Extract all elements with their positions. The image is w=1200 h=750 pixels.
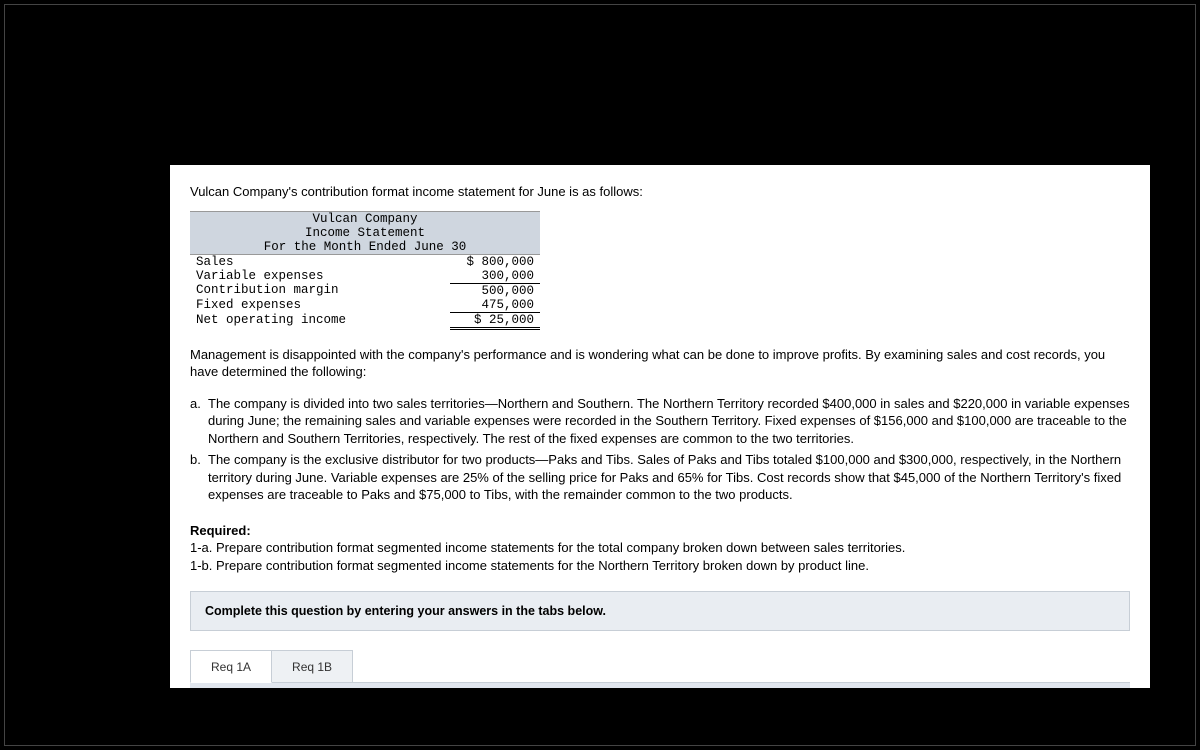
question-card: Vulcan Company's contribution format inc… <box>170 165 1150 720</box>
row-value: 300,000 <box>450 269 540 284</box>
list-item: a. The company is divided into two sales… <box>190 395 1130 448</box>
outer-frame: Vulcan Company's contribution format inc… <box>4 4 1196 746</box>
findings-list: a. The company is divided into two sales… <box>190 395 1130 504</box>
table-row: Fixed expenses 475,000 <box>190 298 540 313</box>
tabs-row: Req 1A Req 1B <box>190 649 1130 683</box>
item-a-label: a. <box>190 395 208 448</box>
tab-req-1a[interactable]: Req 1A <box>190 650 272 683</box>
row-value: 500,000 <box>450 283 540 298</box>
row-label: Contribution margin <box>190 283 450 298</box>
row-value: $ 25,000 <box>450 312 540 328</box>
required-1a: 1-a. Prepare contribution format segment… <box>190 539 1130 557</box>
stmt-period: For the Month Ended June 30 <box>190 240 540 255</box>
tab-req-1b[interactable]: Req 1B <box>271 650 353 683</box>
table-row: Contribution margin 500,000 <box>190 283 540 298</box>
intro-text: Vulcan Company's contribution format inc… <box>190 183 1130 201</box>
row-label: Variable expenses <box>190 269 450 284</box>
income-statement-table: Vulcan Company Income Statement For the … <box>190 211 540 330</box>
row-value: 475,000 <box>450 298 540 313</box>
table-row: Variable expenses 300,000 <box>190 269 540 284</box>
instruction-bar: Complete this question by entering your … <box>190 591 1130 631</box>
table-row: Sales $ 800,000 <box>190 254 540 269</box>
list-item: b. The company is the exclusive distribu… <box>190 451 1130 504</box>
row-value: $ 800,000 <box>450 254 540 269</box>
required-lines: 1-a. Prepare contribution format segment… <box>190 539 1130 574</box>
item-b-label: b. <box>190 451 208 504</box>
required-1b: 1-b. Prepare contribution format segment… <box>190 557 1130 575</box>
required-heading: Required: <box>190 522 1130 540</box>
item-b-text: The company is the exclusive distributor… <box>208 451 1130 504</box>
stmt-company: Vulcan Company <box>190 211 540 226</box>
row-label: Net operating income <box>190 312 450 328</box>
row-label: Sales <box>190 254 450 269</box>
stmt-title: Income Statement <box>190 226 540 240</box>
item-a-text: The company is divided into two sales te… <box>208 395 1130 448</box>
management-paragraph: Management is disappointed with the comp… <box>190 346 1130 381</box>
table-row: Net operating income $ 25,000 <box>190 312 540 328</box>
row-label: Fixed expenses <box>190 298 450 313</box>
bottom-black-bar <box>170 688 1150 720</box>
